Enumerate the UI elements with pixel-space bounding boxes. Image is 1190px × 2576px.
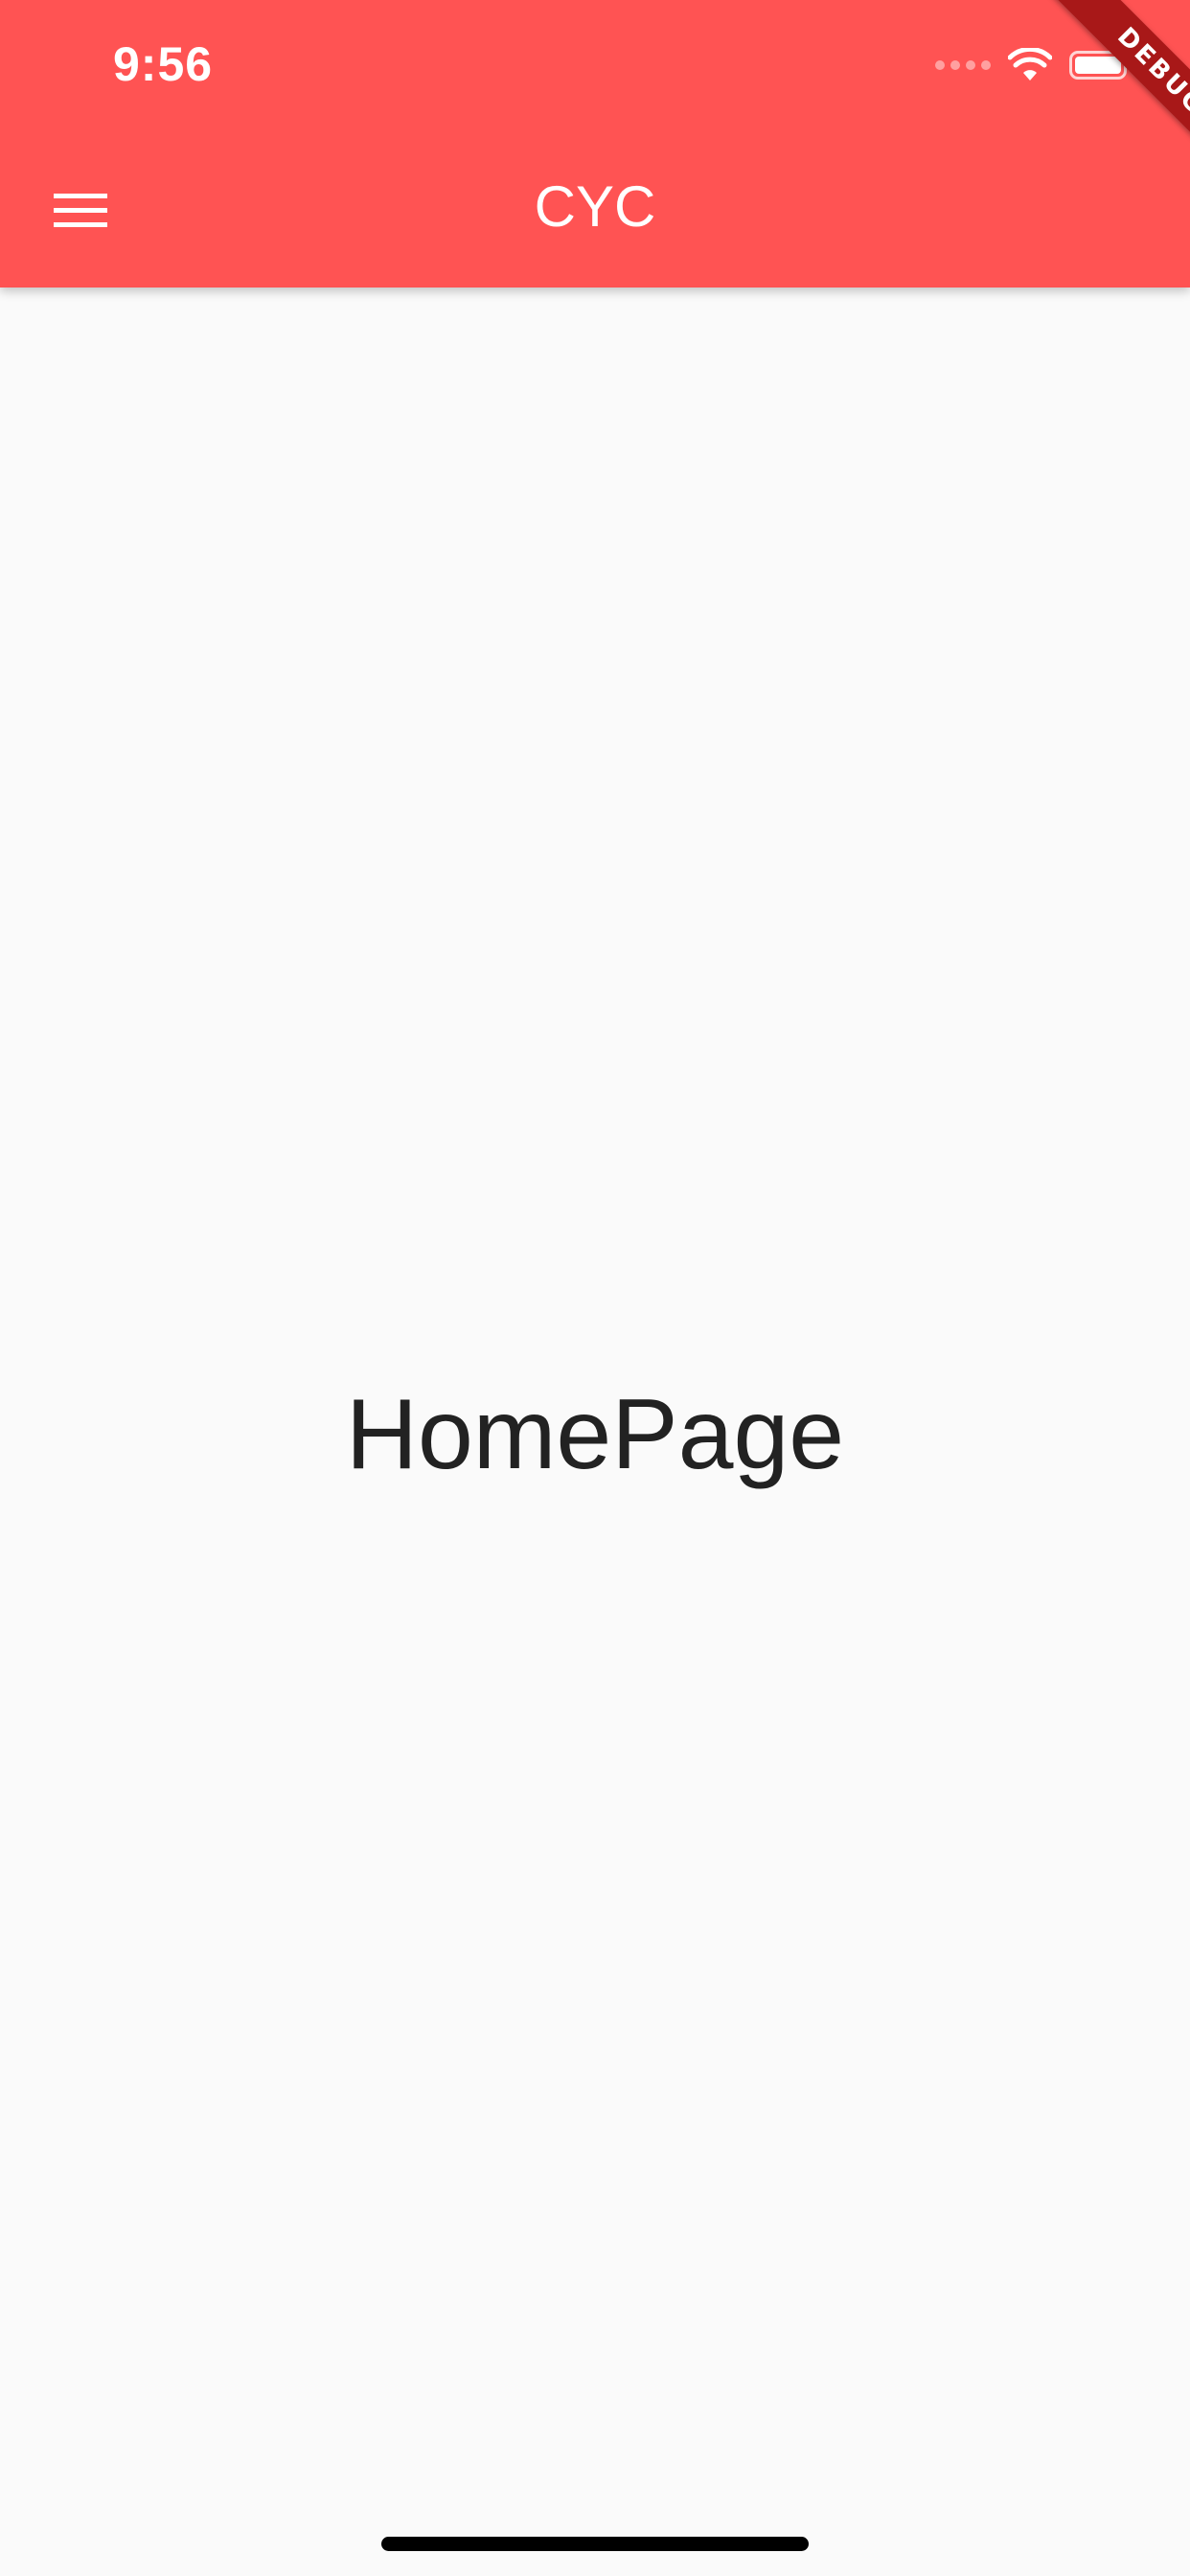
cellular-signal-icon [935, 60, 991, 70]
app-title: CYC [534, 174, 656, 239]
homepage-text: HomePage [345, 1379, 845, 1490]
status-time: 9:56 [113, 37, 214, 91]
app-screen: 9:56 CYC HomePage DEBUG [0, 0, 1190, 2576]
app-bar: 9:56 CYC [0, 0, 1190, 288]
status-icons [935, 42, 1133, 88]
wifi-icon [1008, 48, 1052, 80]
battery-icon [1069, 51, 1133, 80]
home-indicator[interactable] [381, 2537, 809, 2551]
